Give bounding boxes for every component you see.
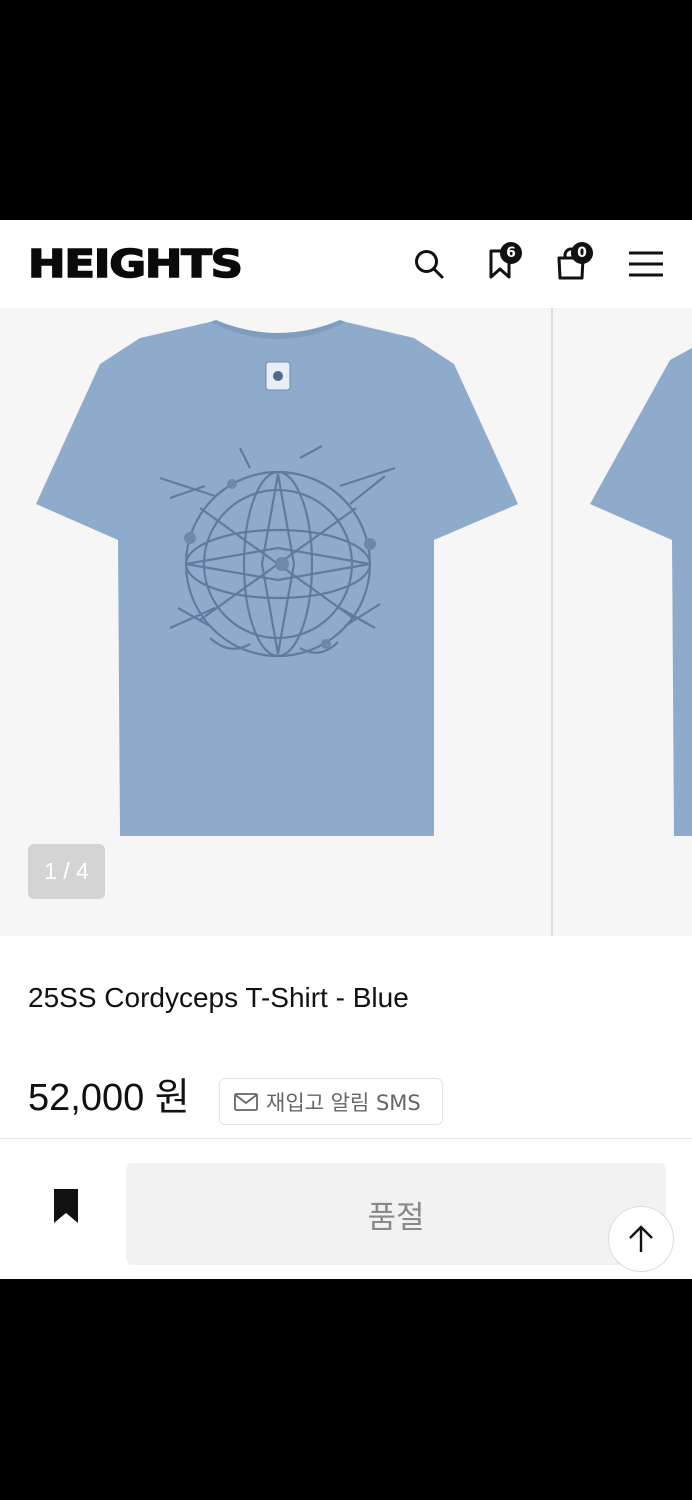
app-screen: HEIGHTS 6 0 1 / 4 25SS Cordyceps T-Shirt… bbox=[0, 220, 692, 1279]
cart-button[interactable]: 0 bbox=[549, 242, 593, 286]
bookmark-filled-icon bbox=[54, 1189, 78, 1223]
hamburger-menu-icon bbox=[629, 251, 663, 277]
brand-logo[interactable]: HEIGHTS bbox=[27, 243, 244, 285]
product-title: 25SS Cordyceps T-Shirt - Blue bbox=[28, 982, 409, 1013]
wishlist-toggle-button[interactable] bbox=[44, 1184, 88, 1228]
image-counter: 1 / 4 bbox=[28, 844, 105, 899]
product-image-tshirt bbox=[36, 320, 692, 836]
menu-button[interactable] bbox=[624, 242, 668, 286]
wishlist-button[interactable]: 6 bbox=[478, 242, 522, 286]
product-price: 52,000 원 bbox=[28, 1077, 190, 1119]
soldout-button[interactable]: 품절 bbox=[126, 1163, 666, 1265]
arrow-up-icon bbox=[629, 1225, 653, 1252]
product-image-gallery[interactable]: 1 / 4 bbox=[0, 308, 692, 936]
restock-sms-label: 재입고 알림 SMS bbox=[266, 1090, 421, 1115]
bottom-bar-divider bbox=[0, 1138, 692, 1139]
scroll-to-top-button[interactable] bbox=[608, 1206, 674, 1272]
search-button[interactable] bbox=[407, 242, 451, 286]
slide-divider bbox=[551, 308, 553, 936]
mail-icon bbox=[234, 1092, 258, 1111]
search-icon bbox=[415, 250, 444, 279]
wishlist-count-badge: 6 bbox=[500, 242, 522, 264]
header: HEIGHTS 6 0 bbox=[0, 220, 692, 308]
restock-sms-button[interactable]: 재입고 알림 SMS bbox=[219, 1078, 443, 1125]
cart-count-badge: 0 bbox=[571, 242, 593, 264]
